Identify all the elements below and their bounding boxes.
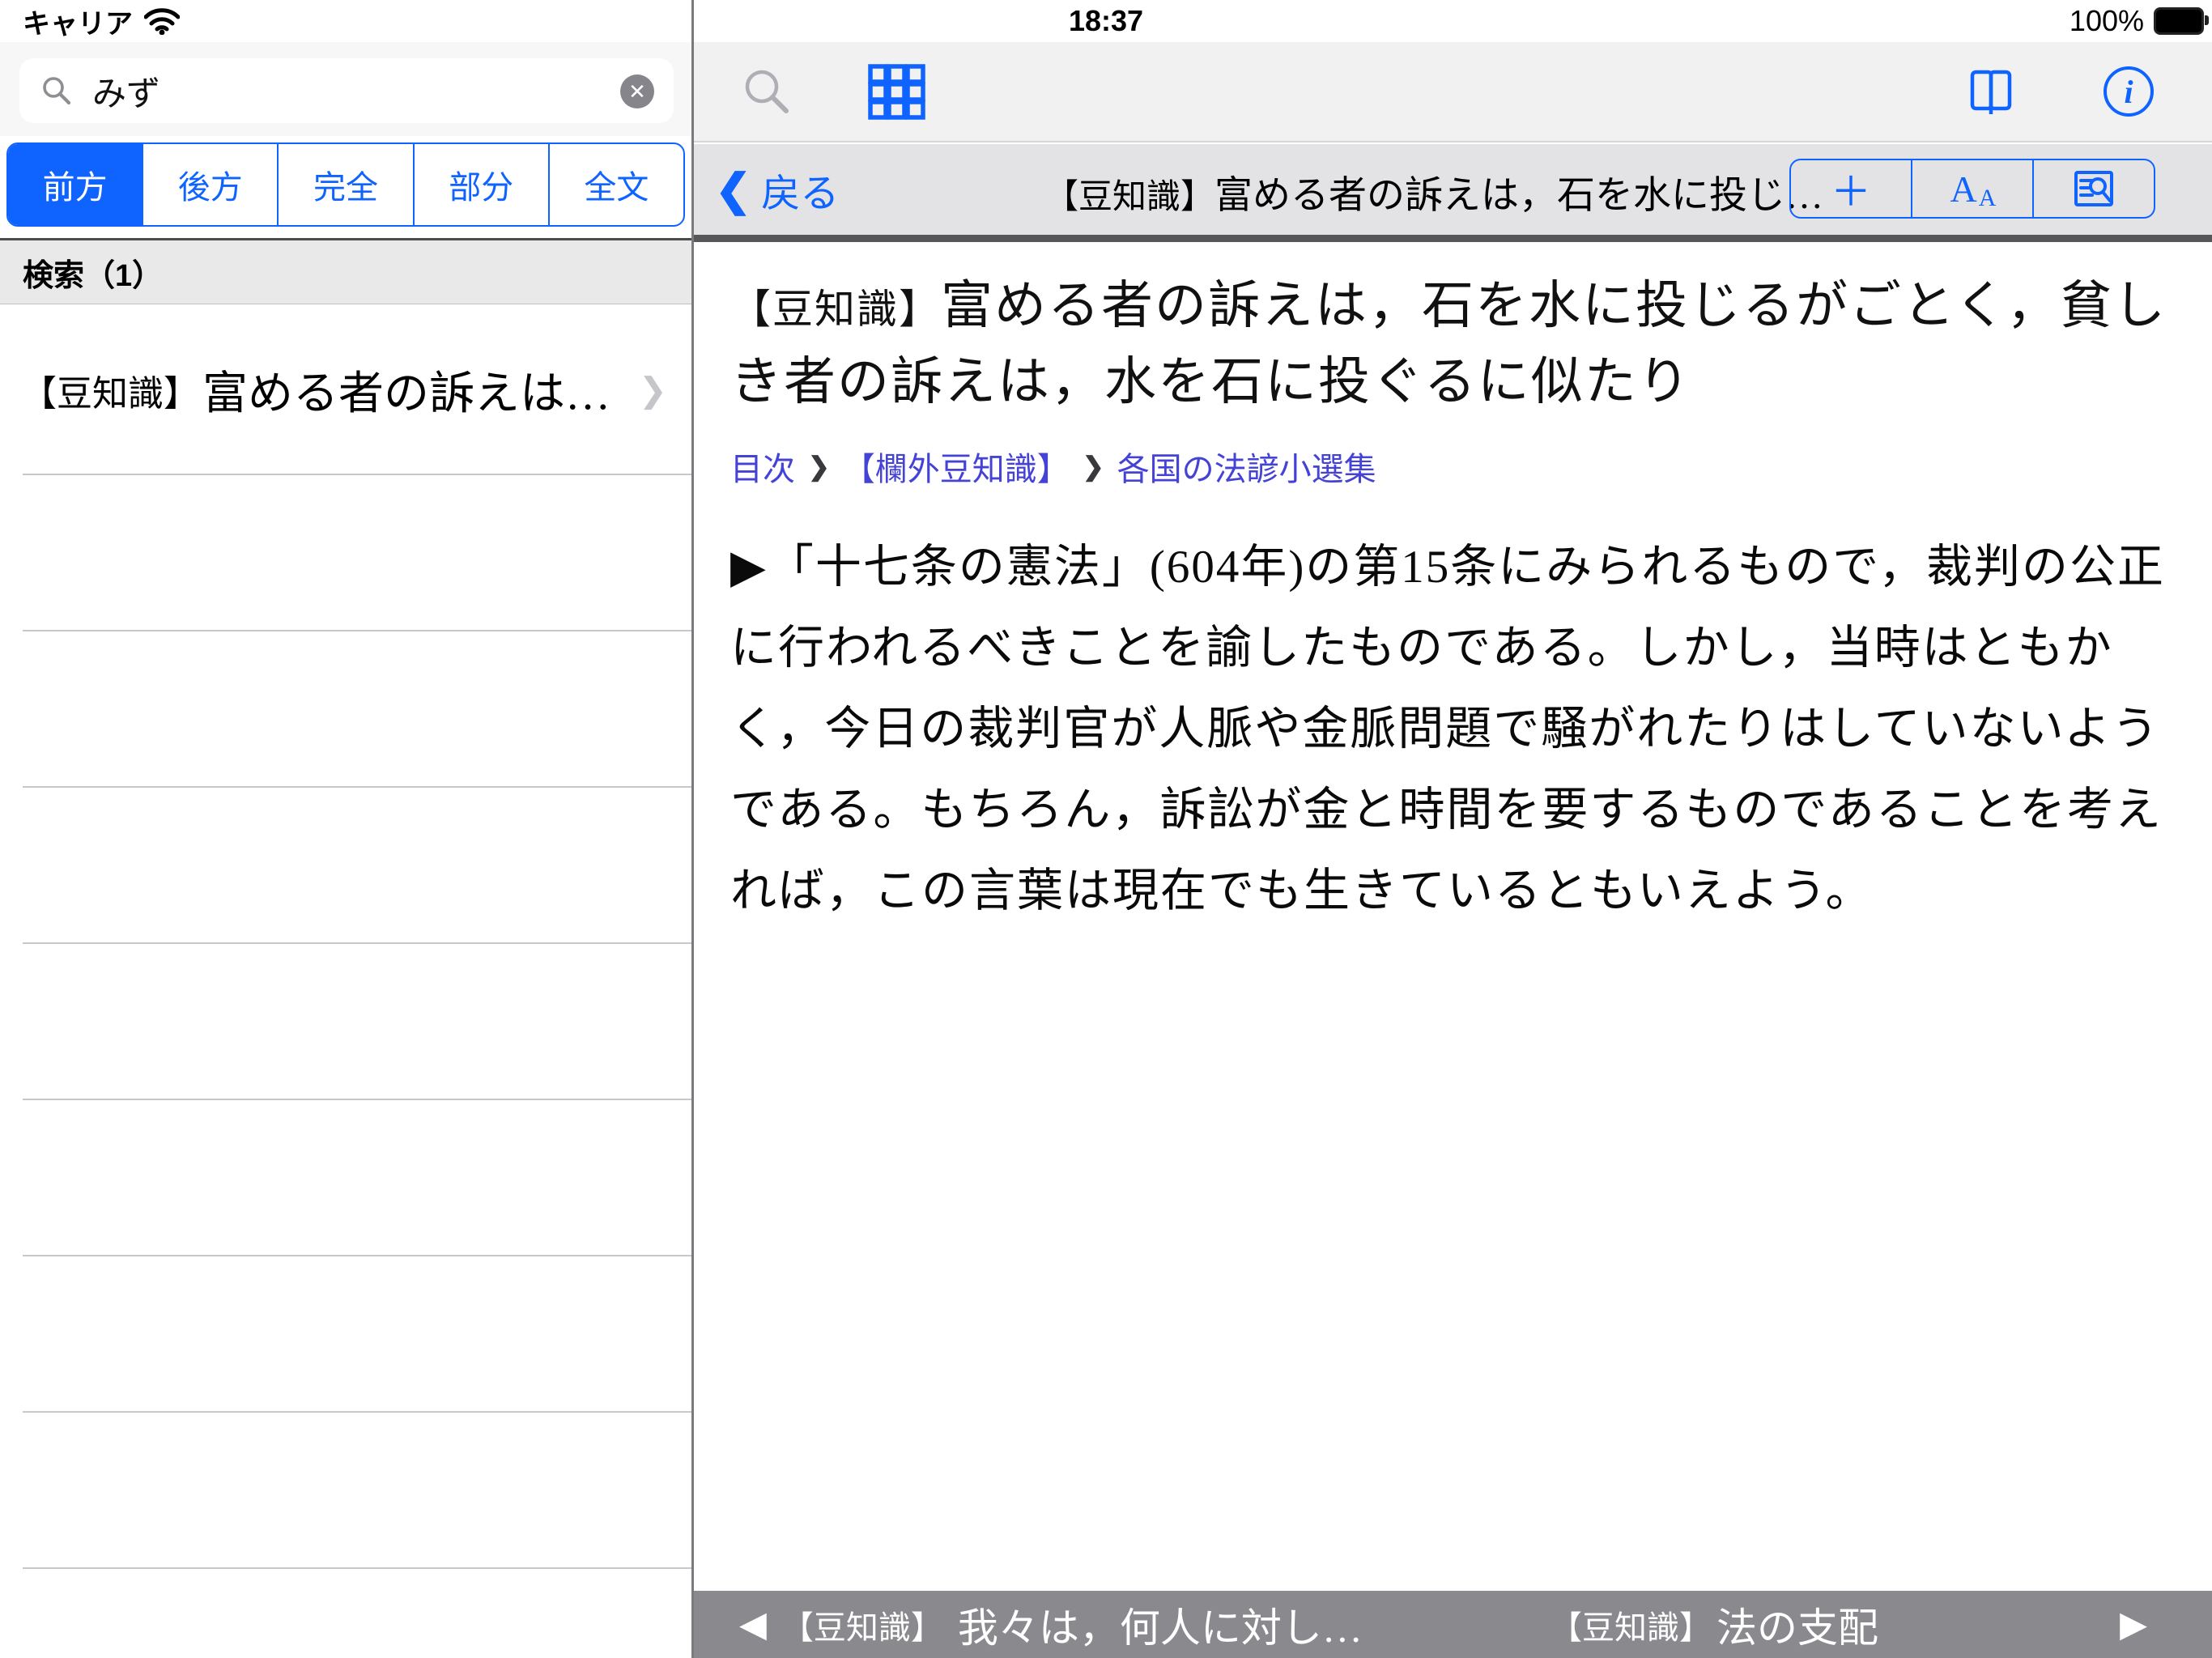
right-status-bar: 18:37 100%	[694, 0, 2212, 42]
breadcrumb: 目次 ❯ 【欄外豆知識】 ❯ 各国の法諺小選集	[730, 443, 2172, 490]
article-heading-text: 富める者の訴えは，石を水に投じるがごとく，貧しき者の訴えは，水を石に投ぐるに似た…	[730, 277, 2167, 410]
search-panel: キャリア ✕ 前方 後方 完全 部分	[0, 0, 691, 1658]
plus-icon: ＋	[1831, 159, 1871, 218]
nav-title-text: 富める者の訴えは，石を水に投じ…	[1214, 164, 1823, 219]
search-icon	[40, 74, 73, 107]
empty-list-row	[0, 1100, 691, 1256]
nav-bottom-border	[694, 235, 2212, 242]
search-in-page-icon	[2073, 169, 2115, 208]
search-input[interactable]	[91, 70, 515, 111]
status-clock: 18:37	[694, 0, 1518, 42]
info-icon[interactable]: i	[2104, 66, 2154, 117]
search-bar-container: ✕	[0, 42, 691, 136]
chevron-right-icon: ❯	[639, 370, 667, 410]
nav-title: 【豆知識】 富める者の訴えは，石を水に投じ…	[1044, 144, 1823, 235]
clear-search-icon[interactable]: ✕	[620, 74, 654, 108]
wifi-icon	[144, 7, 180, 35]
grid-index-icon[interactable]	[867, 63, 925, 120]
toolbar-right-group: i	[1966, 42, 2154, 141]
breadcrumb-chevron-icon: ❯	[808, 451, 830, 482]
segment-exact-match[interactable]: 完全	[277, 144, 412, 225]
back-button[interactable]: ❮ 戻る	[715, 144, 839, 235]
font-size-button[interactable]: AA	[1911, 160, 2032, 217]
nav-bar: ❮ 戻る 【豆知識】 富める者の訴えは，石を水に投じ… ＋ AA	[694, 144, 2212, 235]
empty-list-row	[0, 475, 691, 631]
next-entry-button[interactable]: ▶	[2120, 1591, 2147, 1658]
result-tag: 【豆知識】	[21, 364, 199, 416]
empty-list-row	[0, 944, 691, 1100]
breadcrumb-link-section[interactable]: 【欄外豆知識】	[843, 443, 1070, 490]
empty-list-row	[0, 788, 691, 944]
content-panel: 18:37 100%	[694, 0, 2212, 1658]
back-chevron-icon: ❮	[715, 164, 751, 215]
bottom-pager-bar: ◀ 【豆知識】 我々は，何人に対し… 【豆知識】 法の支配 ▶	[694, 1591, 2212, 1658]
next-entry-label[interactable]: 【豆知識】 法の支配	[1550, 1591, 1878, 1658]
result-row[interactable]: 【豆知識】 富める者の訴えは… ❯	[0, 304, 691, 475]
bookmark-book-icon[interactable]	[1966, 66, 2016, 117]
prev-arrow-icon: ◀	[739, 1604, 767, 1645]
segment-partial-match[interactable]: 部分	[413, 144, 548, 225]
segment-fulltext-match[interactable]: 全文	[548, 144, 683, 225]
segment-prefix-match[interactable]: 前方	[8, 144, 142, 225]
nav-title-tag: 【豆知識】	[1044, 169, 1214, 219]
breadcrumb-link-toc[interactable]: 目次	[730, 443, 795, 490]
left-status-bar: キャリア	[0, 0, 691, 42]
add-bookmark-button[interactable]: ＋	[1791, 160, 1911, 217]
segment-suffix-match[interactable]: 後方	[142, 144, 277, 225]
battery-group: 100%	[2069, 0, 2204, 42]
article-heading: 【豆知識】富める者の訴えは，石を水に投じるがごとく，貧しき者の訴えは，水を石に投…	[730, 270, 2172, 419]
next-arrow-icon: ▶	[2120, 1604, 2147, 1645]
search-in-page-button[interactable]	[2032, 160, 2154, 217]
search-mode-segmented-control: 前方 後方 完全 部分 全文	[6, 142, 685, 227]
back-label: 戻る	[761, 161, 839, 218]
search-toggle-icon[interactable]	[741, 66, 793, 117]
toolbar-left-group	[741, 42, 925, 141]
search-mode-area: 前方 後方 完全 部分 全文	[0, 142, 691, 238]
prev-entry-title: 我々は，何人に対し…	[958, 1596, 1363, 1654]
results-header: 検索（1）	[0, 240, 691, 304]
breadcrumb-link-page[interactable]: 各国の法諺小選集	[1117, 443, 1376, 490]
battery-icon	[2154, 7, 2204, 35]
article-heading-tag: 【豆知識】	[730, 287, 941, 332]
next-entry-tag: 【豆知識】	[1550, 1601, 1712, 1648]
carrier-label: キャリア	[23, 2, 133, 41]
article-content: 【豆知識】富める者の訴えは，石を水に投じるがごとく，貧しき者の訴えは，水を石に投…	[694, 242, 2212, 1591]
font-size-icon: A	[1950, 168, 1977, 210]
prev-entry-tag: 【豆知識】	[781, 1601, 943, 1648]
empty-list-row	[0, 1413, 691, 1569]
empty-list-row	[0, 631, 691, 788]
empty-list-row	[0, 1256, 691, 1413]
next-entry-title: 法の支配	[1716, 1596, 1878, 1654]
prev-entry-button[interactable]: ◀ 【豆知識】 我々は，何人に対し…	[739, 1591, 1363, 1658]
nav-button-group: ＋ AA	[1789, 159, 2155, 219]
breadcrumb-chevron-icon: ❯	[1083, 451, 1104, 482]
top-toolbar: i	[694, 42, 2212, 142]
search-field[interactable]: ✕	[19, 58, 674, 123]
result-title: 富める者の訴えは…	[202, 357, 610, 423]
battery-percent-label: 100%	[2069, 4, 2144, 38]
article-body: ▶「十七条の憲法」(604年)の第15条にみられるもので，裁判の公正に行われるべ…	[730, 527, 2172, 932]
